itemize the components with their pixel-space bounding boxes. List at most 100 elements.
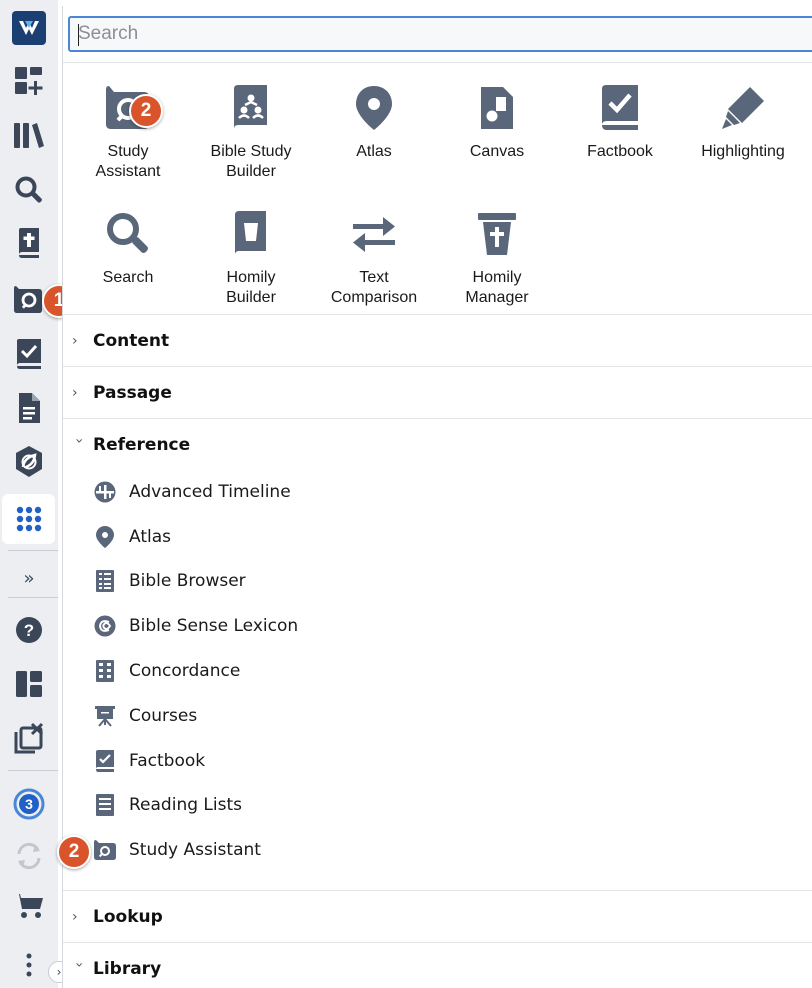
sync-icon[interactable]: [0, 832, 58, 880]
section-reference[interactable]: › Reference: [63, 418, 812, 470]
left-rail: 1 » ? 3 ›: [0, 0, 76, 988]
ref-advanced-timeline[interactable]: Advanced Timeline: [93, 470, 291, 514]
tool-homily-builder[interactable]: Homily Builder: [193, 208, 309, 308]
section-title: Passage: [93, 382, 172, 403]
lexicon-icon: [93, 614, 117, 638]
svg-text:?: ?: [24, 621, 34, 640]
tool-atlas[interactable]: Atlas: [316, 82, 432, 162]
tool-factbook[interactable]: Factbook: [562, 82, 678, 162]
courses-icon: [93, 704, 117, 728]
map-pin-icon: [348, 82, 400, 134]
tool-homily-manager[interactable]: Homily Manager: [439, 208, 555, 308]
bible-study-builder-icon: [225, 82, 277, 134]
logos-logo-icon[interactable]: [0, 4, 58, 52]
apps-grid-icon[interactable]: [2, 494, 55, 544]
rail-divider: [8, 770, 58, 771]
chevron-down-icon: ›: [71, 961, 87, 968]
notification-count: 3: [25, 796, 33, 812]
ref-item-label: Bible Browser: [129, 571, 246, 591]
tool-label: Canvas: [469, 143, 525, 160]
ref-atlas[interactable]: Atlas: [93, 515, 171, 559]
map-pin-icon: [93, 525, 117, 549]
ref-courses[interactable]: Courses: [93, 694, 197, 738]
ref-item-label: Study Assistant: [129, 840, 261, 860]
ref-item-label: Bible Sense Lexicon: [129, 616, 299, 636]
tool-bible-study-builder[interactable]: Bible Study Builder: [193, 82, 309, 182]
step-badge-2-label: 2: [68, 841, 80, 862]
compare-arrows-icon: [348, 208, 400, 260]
tool-label: Factbook: [587, 143, 653, 160]
timeline-icon: [93, 480, 117, 504]
tool-highlighting[interactable]: Highlighting: [685, 82, 801, 162]
ref-bible-browser[interactable]: Bible Browser: [93, 559, 246, 603]
tool-text-comparison[interactable]: Text Comparison: [316, 208, 432, 308]
homily-builder-icon: [225, 208, 277, 260]
section-title: Library: [93, 958, 162, 979]
factbook-icon: [594, 82, 646, 134]
chevron-right-icon: ›: [72, 384, 78, 401]
tool-label: Bible Study Builder: [210, 143, 292, 180]
checklist-icon[interactable]: [0, 330, 58, 378]
step-badge-2-label: 2: [140, 100, 152, 121]
step-badge-2: 2: [57, 835, 91, 869]
search-icon[interactable]: [0, 166, 58, 214]
dashboard-add-icon[interactable]: [0, 57, 58, 105]
layout-icon[interactable]: [0, 660, 58, 708]
tool-label: Homily Manager: [465, 269, 529, 306]
search-box[interactable]: [68, 16, 812, 52]
section-lookup[interactable]: › Lookup: [63, 890, 812, 942]
chevron-right-icon: ›: [72, 332, 78, 349]
help-icon[interactable]: ?: [0, 606, 58, 654]
document-icon[interactable]: [0, 384, 58, 432]
section-title: Reference: [93, 434, 191, 455]
tool-label: Search: [102, 269, 154, 286]
section-title: Content: [93, 330, 170, 351]
rail-divider: [8, 550, 58, 551]
tool-label: Text Comparison: [330, 269, 418, 306]
chevron-right-icon: ›: [72, 908, 78, 925]
search-input[interactable]: [78, 23, 778, 45]
section-content[interactable]: › Content: [63, 314, 812, 366]
shield-icon[interactable]: [0, 438, 58, 486]
concordance-icon: [93, 659, 117, 683]
ref-concordance[interactable]: Concordance: [93, 649, 240, 693]
ref-factbook[interactable]: Factbook: [93, 739, 205, 783]
notifications-icon[interactable]: 3: [0, 780, 58, 828]
tool-label: Highlighting: [701, 143, 785, 160]
ref-item-label: Concordance: [129, 661, 241, 681]
cart-icon[interactable]: [0, 882, 58, 930]
ref-item-label: Courses: [129, 706, 198, 726]
tool-search[interactable]: Search: [70, 208, 186, 288]
tool-canvas[interactable]: Canvas: [439, 82, 555, 162]
search-icon: [102, 208, 154, 260]
highlighter-icon: [717, 82, 769, 134]
close-layout-icon[interactable]: [0, 714, 58, 762]
tool-label: Homily Builder: [226, 269, 276, 306]
bible-icon[interactable]: [0, 220, 58, 268]
study-assistant-icon: [93, 838, 117, 862]
divider: [63, 62, 812, 63]
ref-reading-lists[interactable]: Reading Lists: [93, 783, 242, 827]
rail-divider: [8, 597, 58, 598]
chevron-down-icon: ›: [71, 437, 87, 444]
step-badge-2: 2: [129, 94, 163, 128]
expand-rail-icon[interactable]: »: [0, 556, 58, 600]
section-title: Lookup: [93, 906, 163, 927]
text-caret: [78, 24, 79, 46]
bible-browser-icon: [93, 569, 117, 593]
ref-item-label: Reading Lists: [129, 795, 242, 815]
tool-study-assistant[interactable]: Study Assistant: [70, 82, 186, 182]
tool-label: Atlas: [356, 143, 392, 160]
tools-panel: StudyAssistant 2 Bible StudyBuilder Atla…: [57, 6, 812, 988]
factbook-icon: [93, 749, 117, 773]
library-icon[interactable]: [0, 111, 58, 159]
reading-list-icon: [93, 793, 117, 817]
ref-bible-sense-lexicon[interactable]: Bible Sense Lexicon: [93, 604, 298, 648]
section-passage[interactable]: › Passage: [63, 366, 812, 418]
ref-item-label: Atlas: [129, 527, 171, 547]
ref-item-label: Advanced Timeline: [129, 482, 291, 502]
ref-study-assistant[interactable]: Study Assistant: [93, 828, 261, 872]
section-library[interactable]: › Library: [63, 942, 812, 988]
homily-manager-icon: [471, 208, 523, 260]
ref-item-label: Factbook: [129, 751, 206, 771]
